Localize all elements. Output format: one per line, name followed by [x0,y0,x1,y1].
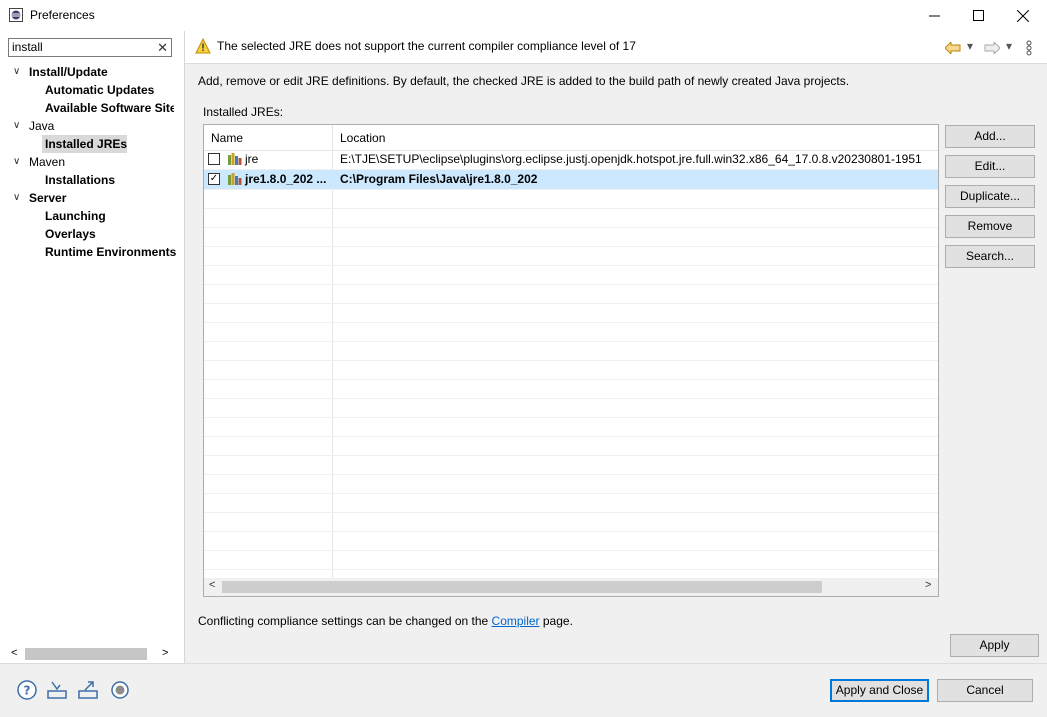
tree-item-maven[interactable]: Maven [29,153,65,171]
row-divider [204,417,938,418]
apply-and-close-button[interactable]: Apply and Close [830,679,929,702]
title-bar: Preferences [0,0,1047,31]
duplicate-button[interactable]: Duplicate... [945,185,1035,208]
close-icon [1017,9,1029,22]
jre-library-icon [228,153,242,165]
forward-arrow-icon[interactable] [984,42,1000,54]
minimize-button[interactable] [911,0,957,31]
conflict-note-prefix: Conflicting compliance settings can be c… [198,614,492,628]
import-icon[interactable] [46,679,68,701]
installed-jres-label: Installed JREs: [203,105,284,119]
row-divider [204,512,938,513]
tree-item-available-software-sites[interactable]: Available Software Site [45,99,174,117]
row-divider [204,474,938,475]
warning-icon [195,38,211,54]
jre-name: jre [245,152,259,166]
row-divider [204,303,938,304]
row-divider [204,265,938,266]
minimize-icon [928,15,940,17]
tree-item-installed-jres[interactable]: Installed JREs [45,135,127,153]
search-button[interactable]: Search... [945,245,1035,268]
row-divider [204,569,938,570]
remove-button[interactable]: Remove [945,215,1035,238]
tree-item-server[interactable]: Server [29,189,66,207]
tree-item-install-update[interactable]: Install/Update [29,63,108,81]
tree-item-runtime-environments[interactable]: Runtime Environments [45,243,176,261]
jre-library-icon [228,173,242,185]
scroll-left-icon[interactable]: < [11,647,17,659]
row-divider [204,455,938,456]
jre-checkbox[interactable] [208,153,220,165]
back-arrow-icon[interactable] [945,42,961,54]
close-button[interactable] [1000,0,1046,31]
row-divider [204,550,938,551]
row-divider [204,360,938,361]
cancel-button[interactable]: Cancel [937,679,1033,702]
row-divider [204,379,938,380]
apply-button[interactable]: Apply [950,634,1039,657]
row-divider [204,436,938,437]
compiler-link[interactable]: Compiler [492,614,540,628]
table-scrollbar-thumb[interactable] [222,581,822,593]
jre-checkbox-checked[interactable]: ✓ [208,173,220,185]
filter-input[interactable] [9,39,152,55]
table-row[interactable]: jre E:\TJE\SETUP\eclipse\plugins\org.ecl… [204,150,938,169]
row-divider [204,169,938,170]
page-description: Add, remove or edit JRE definitions. By … [198,74,850,88]
add-button[interactable]: Add... [945,125,1035,148]
conflict-note-suffix: page. [539,614,573,628]
row-divider [204,493,938,494]
row-divider [204,341,938,342]
jre-name: jre1.8.0_202 ... [245,172,327,186]
column-header-name[interactable]: Name [211,131,243,145]
conflict-note: Conflicting compliance settings can be c… [198,614,573,628]
svg-text:?: ? [24,684,31,698]
window-title: Preferences [30,8,95,22]
row-divider [204,398,938,399]
tree-item-launching[interactable]: Launching [45,207,106,225]
maximize-icon [972,10,984,21]
tree-item-java[interactable]: Java [29,117,54,135]
help-icon[interactable]: ? [16,679,38,701]
tree-item-overlays[interactable]: Overlays [45,225,96,243]
preference-tree-pane [0,31,184,663]
tree-scrollbar-thumb[interactable] [25,648,147,660]
jre-location: E:\TJE\SETUP\eclipse\plugins\org.eclipse… [340,152,922,166]
table-header: Name Location [204,125,938,151]
chevron-down-icon[interactable]: ∨ [13,117,23,135]
installed-jres-table[interactable]: Name Location jre E:\TJE\SETUP\eclipse\p… [203,124,939,597]
back-menu-chevron-icon[interactable]: ▾ [967,39,973,53]
tree-item-automatic-updates[interactable]: Automatic Updates [45,81,154,99]
filter-field[interactable]: ✕ [8,38,172,57]
view-menu-icon[interactable] [1026,40,1032,56]
clear-filter-icon[interactable]: ✕ [157,40,168,56]
scroll-right-icon[interactable]: > [925,579,931,591]
forward-menu-chevron-icon[interactable]: ▾ [1006,39,1012,53]
row-divider [204,227,938,228]
scroll-left-icon[interactable]: < [209,579,215,591]
eclipse-logo-icon [9,8,23,22]
chevron-down-icon[interactable]: ∨ [13,63,23,81]
row-divider [204,246,938,247]
tree-item-installations[interactable]: Installations [45,171,115,189]
row-divider [204,322,938,323]
column-header-location[interactable]: Location [340,131,385,145]
row-divider [204,531,938,532]
warning-message: The selected JRE does not support the cu… [217,39,636,53]
row-divider [204,284,938,285]
header-divider [185,63,1047,64]
scroll-right-icon[interactable]: > [162,647,168,659]
record-icon[interactable] [109,679,131,701]
chevron-down-icon[interactable]: ∨ [13,189,23,207]
chevron-down-icon[interactable]: ∨ [13,153,23,171]
table-row[interactable]: ✓ jre1.8.0_202 ... C:\Program Files\Java… [204,170,938,189]
jre-location: C:\Program Files\Java\jre1.8.0_202 [340,172,538,186]
edit-button[interactable]: Edit... [945,155,1035,178]
maximize-button[interactable] [955,0,1001,31]
row-divider [204,208,938,209]
table-horizontal-scrollbar[interactable]: < > [204,578,938,596]
column-separator[interactable] [332,125,333,578]
row-divider [204,189,938,190]
export-icon[interactable] [77,679,99,701]
